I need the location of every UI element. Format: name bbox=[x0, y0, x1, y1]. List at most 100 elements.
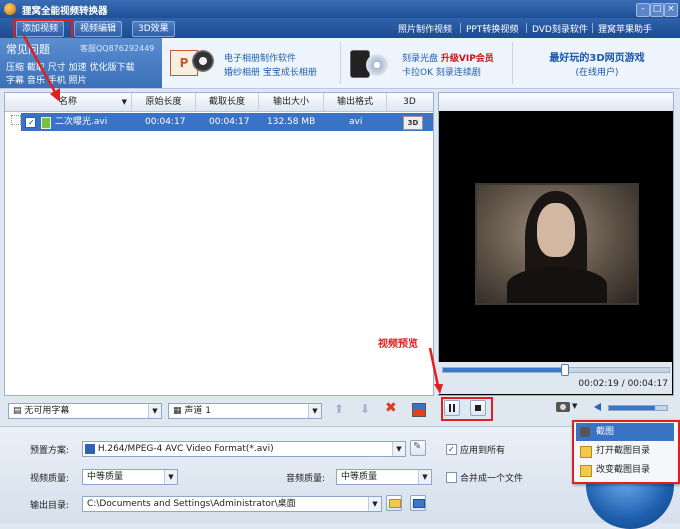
window-title: 狸窝全能视频转换器 bbox=[22, 6, 108, 17]
table-row[interactable]: ✓ 二次曝光.avi 00:04:17 00:04:17 132.58 MB a… bbox=[21, 113, 433, 131]
ad-vip-upgrade[interactable]: 升级VIP会员 bbox=[441, 54, 494, 64]
app-logo-icon bbox=[4, 3, 16, 15]
stop-button[interactable] bbox=[470, 400, 486, 416]
output-dir-label: 输出目录: bbox=[30, 501, 70, 511]
link-ppt-video[interactable]: PPT转换视频 bbox=[466, 22, 518, 35]
merge-label: 合并成一个文件 bbox=[460, 474, 524, 484]
open-folder-button[interactable] bbox=[410, 495, 426, 511]
menu-item-screenshot[interactable]: 截图 bbox=[576, 423, 674, 441]
minimize-button[interactable]: - bbox=[636, 3, 650, 17]
ad-burn-disc[interactable]: 刻录光盘 bbox=[402, 54, 438, 64]
maximize-button[interactable]: □ bbox=[650, 3, 664, 17]
camera-icon[interactable] bbox=[556, 402, 570, 412]
sort-arrow-icon: ▼ bbox=[121, 98, 127, 106]
main-toolbar: 添加视频 视频编辑 3D效果 照片制作视频 PPT转换视频 DVD刻录软件 狸窝… bbox=[0, 18, 680, 38]
video-preview[interactable] bbox=[438, 92, 674, 396]
preset-settings-button[interactable]: ✎ bbox=[410, 440, 426, 456]
chevron-down-icon: ▼ bbox=[308, 404, 321, 418]
chevron-down-icon: ▼ bbox=[418, 470, 431, 484]
video-quality-select[interactable]: 中等质量 ▼ bbox=[82, 469, 178, 485]
audio-track-select[interactable]: ▦ 声道 1 ▼ bbox=[168, 403, 322, 419]
camera-dropdown-icon[interactable]: ▼ bbox=[572, 402, 577, 410]
faq-link-speed[interactable]: 加速 bbox=[69, 63, 87, 73]
phone-disc-icon[interactable] bbox=[350, 48, 392, 78]
faq-link-photo[interactable]: 照片 bbox=[69, 76, 87, 86]
row-cut-length: 00:04:17 bbox=[209, 117, 250, 127]
ad-burn-line: 刻录光盘 升级VIP会员 bbox=[402, 51, 494, 64]
table-header: 名称 ▼ 原始长度 截取长度 输出大小 输出格式 3D bbox=[5, 93, 433, 112]
separator bbox=[526, 23, 527, 33]
col-output-format[interactable]: 输出格式 bbox=[324, 93, 387, 111]
link-apple-helper[interactable]: 狸窝苹果助手 bbox=[598, 22, 652, 35]
audio-quality-label: 音频质量: bbox=[286, 474, 326, 484]
menu-item-change-dir[interactable]: 改变截图目录 bbox=[576, 461, 674, 479]
frame-face bbox=[537, 203, 575, 257]
move-down-icon[interactable]: ⬇ bbox=[360, 402, 370, 416]
folder-icon bbox=[580, 446, 592, 458]
menu-item-screenshot-label: 截图 bbox=[596, 427, 615, 437]
seek-track[interactable] bbox=[442, 367, 670, 373]
list-toolbar: ▤ 无可用字幕 ▼ ▦ 声道 1 ▼ ⬆ ⬇ ✖ bbox=[4, 398, 432, 422]
check-icon: ✓ bbox=[28, 118, 35, 127]
pause-button[interactable] bbox=[444, 400, 460, 416]
seek-fill bbox=[443, 368, 566, 372]
output-dir-value: C:\Documents and Settings\Administrator\… bbox=[87, 499, 296, 509]
chevron-down-icon: ▼ bbox=[164, 470, 177, 484]
subtitle-icon: ▤ bbox=[13, 406, 22, 416]
apply-all-checkbox[interactable]: ✓ bbox=[446, 444, 457, 455]
annotation-arrow-preview bbox=[428, 347, 443, 394]
row-name: 二次曝光.avi bbox=[55, 117, 108, 127]
col-cut-length[interactable]: 截取长度 bbox=[196, 93, 259, 111]
volume-slider[interactable] bbox=[608, 405, 668, 411]
clear-list-icon[interactable] bbox=[412, 403, 426, 417]
delete-icon[interactable]: ✖ bbox=[385, 400, 397, 416]
wrench-icon: ✎ bbox=[413, 441, 422, 452]
video-quality-value: 中等质量 bbox=[87, 472, 124, 482]
col-output-size[interactable]: 输出大小 bbox=[259, 93, 324, 111]
menu-item-change-dir-label: 改变截图目录 bbox=[596, 465, 651, 475]
ppt-film-icon[interactable]: P bbox=[170, 46, 216, 78]
browse-folder-button[interactable] bbox=[386, 495, 402, 511]
folder-icon bbox=[389, 499, 401, 508]
seek-thumb[interactable] bbox=[561, 364, 570, 376]
camera-lens bbox=[560, 404, 566, 410]
pause-icon bbox=[449, 404, 451, 412]
menu-item-open-dir[interactable]: 打开截图目录 bbox=[576, 442, 674, 460]
annotation-arrow-add bbox=[22, 35, 60, 102]
link-dvd-burn[interactable]: DVD刻录软件 bbox=[532, 22, 588, 35]
apply-all-label: 应用到所有 bbox=[460, 446, 506, 456]
effect-3d-button[interactable]: 3D效果 bbox=[132, 21, 175, 37]
title-bar: 狸窝全能视频转换器 - □ × bbox=[0, 0, 680, 18]
col-orig-length[interactable]: 原始长度 bbox=[132, 93, 196, 111]
tree-expander[interactable] bbox=[11, 115, 21, 125]
frame-body bbox=[507, 267, 607, 303]
row-output-size: 132.58 MB bbox=[267, 117, 316, 127]
audio-quality-select[interactable]: 中等质量 ▼ bbox=[336, 469, 432, 485]
separator bbox=[460, 23, 461, 33]
edit-video-button[interactable]: 视频编辑 bbox=[74, 21, 123, 37]
output-dir-field[interactable]: C:\Documents and Settings\Administrator\… bbox=[82, 496, 382, 512]
ad-album-software[interactable]: 电子相册制作软件 bbox=[224, 51, 296, 64]
col-3d[interactable]: 3D bbox=[387, 93, 432, 111]
ad-karaoke[interactable]: 卡拉OK 刻录连续剧 bbox=[402, 65, 481, 78]
faq-link-download[interactable]: 优化版下载 bbox=[90, 63, 135, 73]
pause-icon-bar bbox=[453, 404, 455, 412]
row-3d-icon[interactable]: 3D bbox=[403, 116, 423, 130]
volume-fill bbox=[609, 406, 656, 410]
volume-icon[interactable] bbox=[594, 403, 601, 411]
link-photo-video[interactable]: 照片制作视频 bbox=[398, 22, 452, 35]
preview-annotation: 视频预览 bbox=[378, 339, 418, 350]
subtitle-value: 无可用字幕 bbox=[24, 406, 70, 416]
move-up-icon[interactable]: ⬆ bbox=[334, 402, 344, 416]
ad-album-types[interactable]: 婚纱相册 宝宝成长相册 bbox=[224, 65, 317, 78]
preset-select[interactable]: H.264/MPEG-4 AVC Video Format(*.avi) ▼ bbox=[82, 441, 406, 457]
ad-3d-game[interactable]: 最好玩的3D网页游戏 bbox=[522, 49, 672, 64]
row-orig-length: 00:04:17 bbox=[145, 117, 186, 127]
close-button[interactable]: × bbox=[664, 3, 678, 17]
merge-checkbox[interactable] bbox=[446, 472, 457, 483]
preview-header bbox=[439, 93, 673, 111]
row-checkbox[interactable]: ✓ bbox=[25, 117, 36, 128]
camera-icon bbox=[580, 427, 590, 437]
subtitle-select[interactable]: ▤ 无可用字幕 ▼ bbox=[8, 403, 162, 419]
separator bbox=[512, 42, 513, 84]
